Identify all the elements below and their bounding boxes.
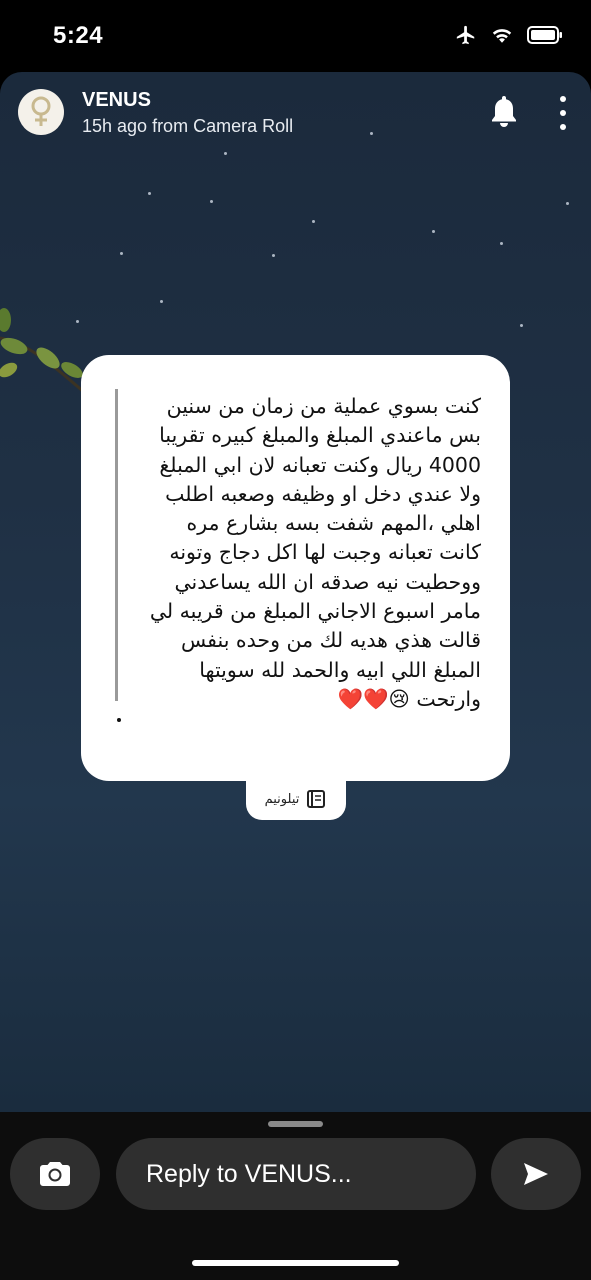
status-bar: 5:24 bbox=[0, 0, 591, 72]
message-line: قالت هذي هديه لك من وحده بنفس bbox=[181, 628, 481, 653]
star bbox=[500, 242, 503, 245]
message-line: كانت تعبانه وجبت لها اكل دجاج وتونه bbox=[169, 540, 481, 565]
notebook-icon bbox=[307, 790, 326, 808]
story-view[interactable]: VENUS 15h ago from Camera Roll كنت بسوي … bbox=[0, 72, 591, 1112]
sender-name[interactable]: VENUS bbox=[82, 89, 151, 112]
camera-button[interactable] bbox=[10, 1138, 100, 1210]
send-icon bbox=[524, 1163, 548, 1185]
star bbox=[520, 324, 523, 327]
star bbox=[432, 230, 435, 233]
message-line: كنت بسوي عملية من زمان من سنين bbox=[166, 394, 481, 418]
star bbox=[120, 252, 123, 255]
status-icons bbox=[455, 24, 563, 46]
message-line: اهلي ،المهم شفت بسه بشارع مره bbox=[186, 511, 481, 536]
message-text: كنت بسوي عملية من زمان من سنين بس ماعندي… bbox=[125, 392, 481, 714]
star bbox=[272, 254, 275, 257]
bell-icon[interactable] bbox=[489, 94, 519, 133]
more-options-icon[interactable] bbox=[557, 96, 569, 130]
status-time: 5:24 bbox=[53, 22, 104, 49]
message-line: مامر اسبوع الاجاني المبلغ من قريبه لي bbox=[149, 599, 481, 624]
camera-icon bbox=[40, 1162, 70, 1186]
venus-symbol-icon bbox=[31, 96, 51, 126]
star bbox=[160, 300, 163, 303]
story-meta: 15h ago from Camera Roll bbox=[82, 116, 294, 136]
tag-label: تيلونيم bbox=[264, 791, 300, 807]
drag-handle[interactable] bbox=[268, 1121, 323, 1127]
app-tag[interactable]: تيلونيم bbox=[246, 778, 346, 820]
send-button[interactable] bbox=[491, 1138, 581, 1210]
quote-bar bbox=[115, 389, 118, 701]
home-indicator bbox=[192, 1260, 399, 1266]
star bbox=[148, 192, 151, 195]
star bbox=[210, 200, 213, 203]
message-line: المبلغ اللي ابيه والحمد لله سويتها bbox=[199, 657, 481, 682]
message-line: 4000 ريال وكنت تعبانه لان ابي المبلغ bbox=[159, 452, 481, 477]
reply-input[interactable]: Reply to VENUS... bbox=[116, 1138, 476, 1210]
star bbox=[566, 202, 569, 205]
message-line: بس ماعندي المبلغ والمبلغ كبيره تقريبا bbox=[159, 423, 481, 448]
trailing-dot bbox=[117, 718, 121, 722]
story-header: VENUS 15h ago from Camera Roll bbox=[0, 72, 591, 172]
avatar[interactable] bbox=[18, 89, 64, 135]
message-line: ولا عندي دخل او وظيفه وصعبه اطلب bbox=[165, 481, 481, 506]
reply-placeholder: Reply to VENUS... bbox=[146, 1160, 352, 1188]
wifi-icon bbox=[491, 26, 513, 44]
message-line: وارتحت 😢❤️❤️ bbox=[337, 686, 482, 711]
star bbox=[312, 220, 315, 223]
message-line: ووحطيت نيه صدقه ان الله يساعدني bbox=[174, 569, 481, 594]
battery-icon bbox=[527, 25, 563, 45]
message-card: كنت بسوي عملية من زمان من سنين بس ماعندي… bbox=[81, 355, 510, 781]
branch-decoration bbox=[0, 308, 86, 395]
airplane-icon bbox=[455, 24, 477, 46]
